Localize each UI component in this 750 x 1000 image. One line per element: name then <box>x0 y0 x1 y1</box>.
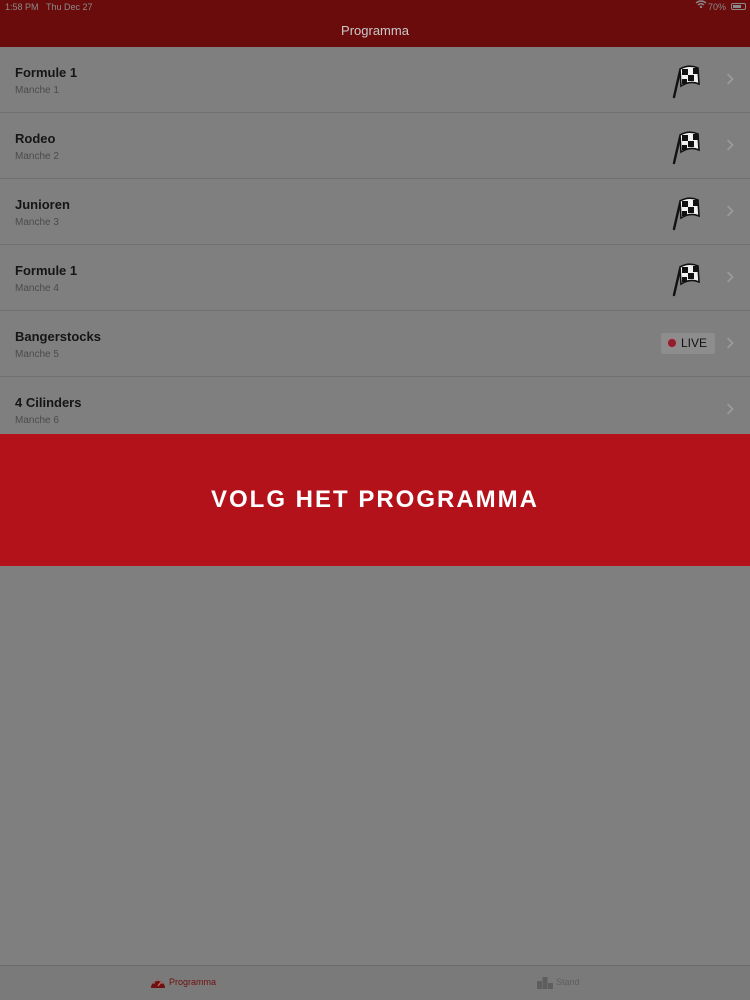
battery-percent: 70% <box>707 2 726 12</box>
chevron-right-icon <box>726 337 734 349</box>
status-time: 1:58 PM <box>5 2 39 12</box>
programme-list: Formule 1 Manche 1 Rodeo Manche 2 Junior… <box>0 47 750 443</box>
row-title: Formule 1 <box>15 263 78 278</box>
status-date: Thu Dec 27 <box>46 2 93 12</box>
tab-label: Stand <box>556 977 580 987</box>
battery-icon <box>731 3 746 10</box>
chevron-right-icon <box>726 271 734 283</box>
row-title: Rodeo <box>15 131 56 146</box>
tab-label: Programma <box>169 977 217 987</box>
programme-row[interactable]: Formule 1 Manche 4 <box>0 245 750 311</box>
live-dot-icon <box>668 339 676 347</box>
row-subtitle: Manche 1 <box>15 85 59 96</box>
wifi-icon <box>695 0 707 9</box>
row-subtitle: Manche 4 <box>15 283 59 294</box>
row-subtitle: Manche 3 <box>15 217 59 228</box>
speedometer-icon <box>151 979 165 988</box>
podium-icon <box>537 977 553 989</box>
chevron-right-icon <box>726 205 734 217</box>
status-bar: 1:58 PM Thu Dec 27 70% <box>0 0 750 14</box>
row-title: Bangerstocks <box>15 329 101 344</box>
checkered-flag-icon <box>672 263 700 297</box>
programme-row[interactable]: Bangerstocks Manche 5 LIVE <box>0 311 750 377</box>
row-title: Junioren <box>15 197 70 212</box>
row-subtitle: Manche 2 <box>15 151 59 162</box>
checkered-flag-icon <box>672 65 700 99</box>
page-title: Programma <box>341 23 409 38</box>
chevron-right-icon <box>726 403 734 415</box>
nav-bar: Programma <box>0 14 750 47</box>
chevron-right-icon <box>726 73 734 85</box>
row-subtitle: Manche 5 <box>15 349 59 360</box>
tab-bar: Programma Stand <box>0 965 750 1000</box>
programme-row[interactable]: Junioren Manche 3 <box>0 179 750 245</box>
row-subtitle: Manche 6 <box>15 415 59 426</box>
banner-text: VOLG HET PROGRAMMA <box>211 486 539 513</box>
live-label: LIVE <box>681 336 708 350</box>
programme-row[interactable]: Formule 1 Manche 1 <box>0 47 750 113</box>
checkered-flag-icon <box>672 131 700 165</box>
chevron-right-icon <box>726 139 734 151</box>
checkered-flag-icon <box>672 197 700 231</box>
row-title: 4 Cilinders <box>15 395 82 410</box>
row-title: Formule 1 <box>15 65 78 80</box>
promo-banner: VOLG HET PROGRAMMA <box>0 434 750 566</box>
live-badge: LIVE <box>661 333 715 354</box>
programme-row[interactable]: Rodeo Manche 2 <box>0 113 750 179</box>
